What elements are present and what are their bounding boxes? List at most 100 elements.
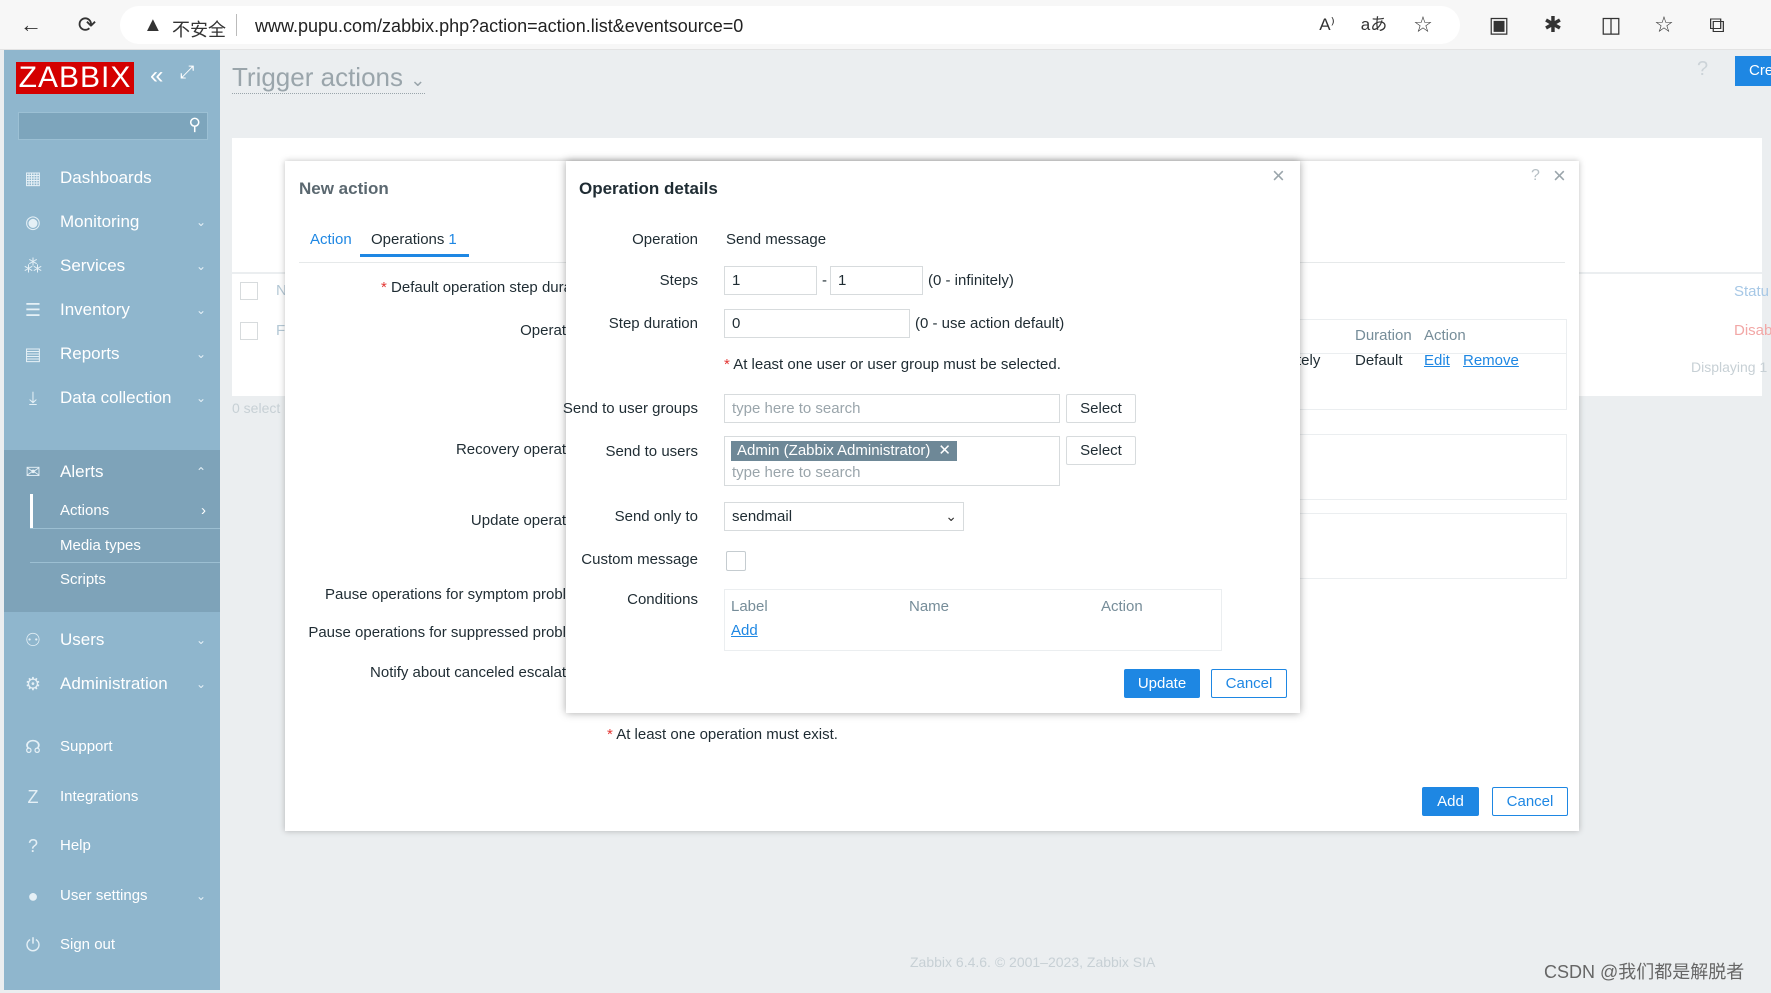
close-icon[interactable]: ×	[1553, 163, 1566, 189]
menu-data-collection[interactable]: ⤓ Data collection ⌄	[4, 376, 220, 420]
cancel-button[interactable]: Cancel	[1211, 669, 1287, 698]
split-screen-icon[interactable]: ◫	[1596, 10, 1626, 40]
step-duration-label: Step duration	[608, 315, 698, 332]
warning-icon[interactable]: ▲	[143, 14, 163, 37]
refresh-icon[interactable]: ⟳	[72, 10, 102, 40]
menu-reports[interactable]: ▤ Reports ⌄	[4, 332, 220, 376]
user-groups-input[interactable]: type here to search	[724, 394, 1060, 423]
steps-hint: (0 - infinitely)	[928, 272, 1014, 289]
users-multiselect[interactable]: Admin (Zabbix Administrator) ✕ type here …	[724, 436, 1060, 486]
menu-monitoring[interactable]: ◉ Monitoring ⌄	[4, 200, 220, 244]
menu-label: Users	[60, 630, 105, 649]
extension-icon[interactable]: ▣	[1484, 10, 1514, 40]
users-label: Send to users	[605, 443, 698, 460]
menu-services[interactable]: ⁂ Services ⌄	[4, 244, 220, 288]
menu-user-settings[interactable]: ● User settings ⌄	[4, 874, 220, 918]
collapse-sidebar-icon[interactable]: «	[150, 62, 163, 90]
chevron-down-icon: ⌄	[410, 70, 426, 90]
submenu-scripts[interactable]: Scripts	[30, 563, 220, 597]
custom-message-label: Custom message	[581, 551, 698, 568]
displaying-count: Displaying 1	[1691, 359, 1768, 375]
select-user-groups-button[interactable]: Select	[1066, 394, 1136, 423]
send-only-select[interactable]: sendmail ⌄	[724, 502, 964, 531]
step-duration-input[interactable]: 0	[724, 309, 910, 338]
steps-to-input[interactable]: 1	[830, 266, 923, 295]
ops-remove-link[interactable]: Remove	[1463, 352, 1519, 369]
select-users-button[interactable]: Select	[1066, 436, 1136, 465]
operation-details-dialog: Operation details × Operation Send messa…	[563, 161, 1300, 713]
menu-label: Services	[60, 256, 126, 275]
insecure-label[interactable]: 不安全	[172, 16, 226, 42]
translate-icon[interactable]: aあ	[1359, 10, 1389, 40]
row-status[interactable]: Disab	[1734, 322, 1771, 339]
dialog-title: Operation details	[579, 179, 718, 198]
cancel-button[interactable]: Cancel	[1492, 787, 1568, 816]
menu-support[interactable]: ☊ Support	[4, 725, 220, 769]
update-button[interactable]: Update	[1124, 669, 1200, 698]
users-search-input[interactable]: type here to search	[732, 464, 860, 481]
tab-operations[interactable]: Operations 1	[360, 231, 469, 257]
kiosk-mode-icon[interactable]: ⤢	[180, 62, 194, 83]
recovery-operations-table	[1295, 434, 1567, 500]
zabbix-logo[interactable]: ZABBIX	[16, 62, 134, 94]
chevron-down-icon: ⌄	[195, 259, 206, 273]
submenu-media-types[interactable]: Media types	[30, 529, 220, 563]
row-name-link[interactable]: F	[276, 322, 285, 339]
gear-icon: ⚙	[24, 674, 42, 694]
integrations-icon: Z	[27, 787, 39, 807]
collections-icon[interactable]: ⧉	[1702, 10, 1732, 40]
browser-toolbar: ← ⟳ ▲ 不安全 www.pupu.com/zabbix.php?action…	[0, 0, 1771, 50]
default-step-duration-label: * Default operation step dura	[381, 279, 566, 296]
sidebar: ZABBIX « ⤢ ⚲ ▦ Dashboards ◉ Monitoring ⌄…	[4, 50, 220, 990]
back-icon[interactable]: ←	[16, 10, 46, 40]
hint-text: At least one user or user group must be …	[733, 356, 1061, 373]
menu-administration[interactable]: ⚙ Administration ⌄	[4, 662, 220, 706]
favorites-icon[interactable]: ☆	[1649, 10, 1679, 40]
eye-icon: ◉	[25, 212, 41, 232]
token-label: Admin (Zabbix Administrator)	[737, 442, 931, 459]
steps-from-input[interactable]: 1	[724, 266, 817, 295]
chevron-right-icon: ›	[201, 502, 206, 519]
favorite-star-icon[interactable]: ☆	[1408, 10, 1438, 40]
conditions-col-label: Label	[731, 598, 768, 615]
menu-help[interactable]: ? Help	[4, 824, 220, 868]
tab-action[interactable]: Action	[310, 231, 352, 257]
menu-integrations[interactable]: Z Integrations	[4, 775, 220, 819]
url-text[interactable]: www.pupu.com/zabbix.php?action=action.li…	[255, 16, 743, 37]
sidebar-search-input[interactable]: ⚲	[18, 112, 208, 140]
search-icon[interactable]: ⚲	[189, 115, 201, 135]
column-status[interactable]: Statu	[1734, 283, 1769, 300]
page-title[interactable]: Trigger actions ⌄	[232, 62, 426, 94]
puzzle-icon[interactable]: ✱	[1538, 10, 1568, 40]
user-token: Admin (Zabbix Administrator) ✕	[731, 441, 957, 461]
conditions-table: Label Name Action Add	[724, 589, 1222, 651]
add-button[interactable]: Add	[1422, 787, 1479, 816]
close-icon[interactable]: ×	[1272, 163, 1285, 189]
menu-sign-out[interactable]: ⏻ Sign out	[4, 923, 220, 967]
ops-col-action: Action	[1424, 327, 1466, 344]
select-all-checkbox[interactable]	[240, 282, 258, 300]
address-divider	[236, 14, 237, 36]
read-aloud-icon[interactable]: A⁾	[1312, 10, 1342, 40]
remove-token-icon[interactable]: ✕	[938, 442, 951, 459]
submenu-label: Media types	[60, 537, 141, 554]
create-action-button[interactable]: Cre	[1735, 56, 1771, 86]
menu-label: Help	[60, 837, 91, 854]
menu-inventory[interactable]: ☰ Inventory ⌄	[4, 288, 220, 332]
tab-label: Action	[310, 231, 352, 248]
steps-separator: -	[822, 272, 827, 289]
tab-count-badge: 1	[448, 231, 457, 248]
menu-users[interactable]: ⚇ Users ⌄	[4, 618, 220, 662]
custom-message-checkbox[interactable]	[726, 551, 746, 571]
submenu-actions[interactable]: Actions ›	[30, 494, 220, 528]
menu-label: Administration	[60, 674, 168, 693]
dialog-title: New action	[299, 179, 389, 198]
row-checkbox[interactable]	[240, 322, 258, 340]
help-icon[interactable]: ?	[1697, 58, 1708, 81]
dashboard-icon: ▦	[24, 168, 42, 188]
menu-alerts[interactable]: ✉ Alerts ⌃	[4, 450, 220, 494]
ops-edit-link[interactable]: Edit	[1424, 352, 1450, 369]
add-condition-link[interactable]: Add	[731, 622, 758, 639]
help-icon[interactable]: ?	[1531, 167, 1540, 185]
menu-dashboards[interactable]: ▦ Dashboards	[4, 156, 220, 200]
